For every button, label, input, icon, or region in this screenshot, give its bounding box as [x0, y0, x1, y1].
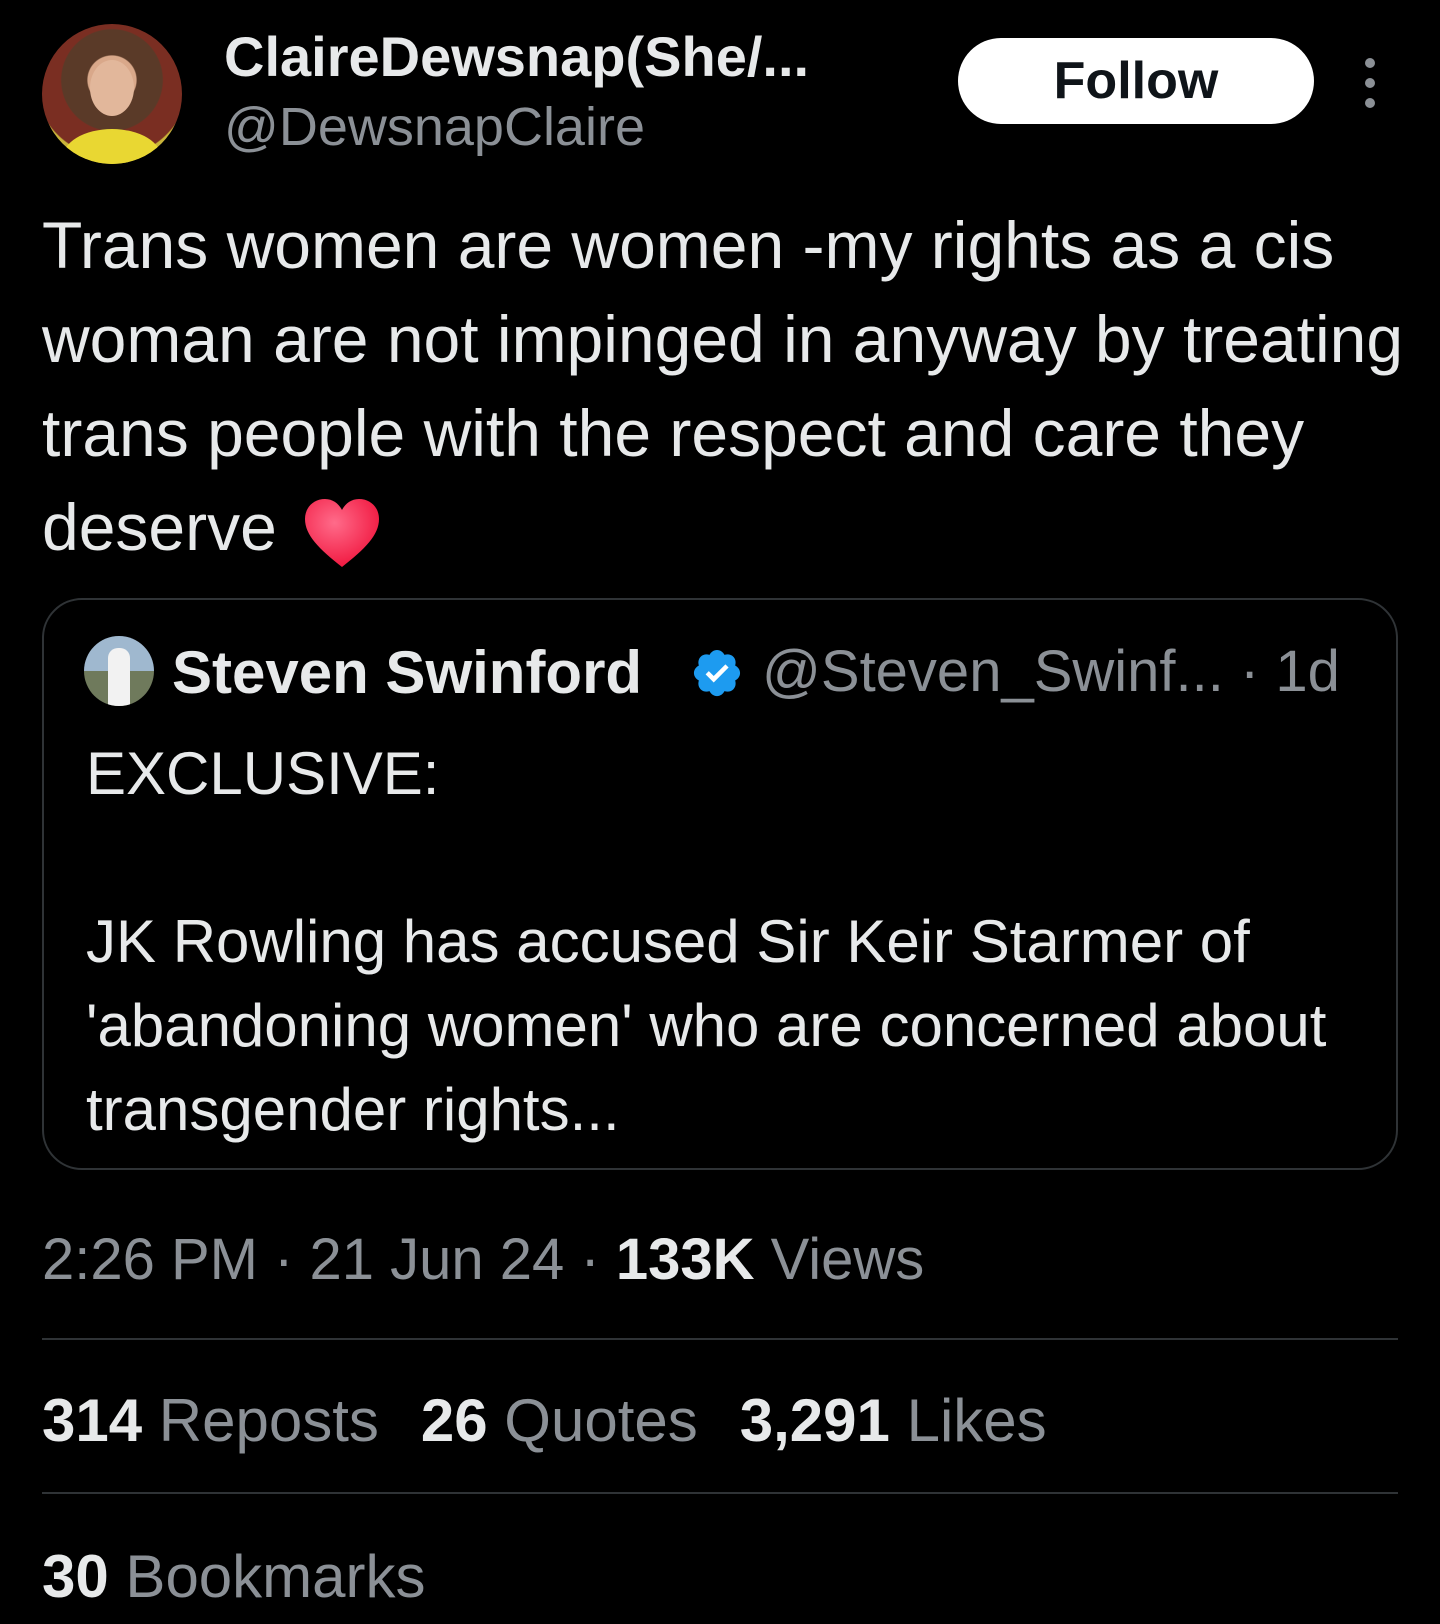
author-handle[interactable]: @DewsnapClaire: [224, 96, 645, 158]
tweet-body: Trans women are women -my rights as a ci…: [42, 198, 1422, 574]
quoted-text-line: JK Rowling has accused Sir Keir Starmer …: [86, 908, 1327, 1143]
quotes-label: Quotes: [487, 1387, 698, 1454]
tweet-time[interactable]: 2:26 PM: [42, 1227, 258, 1292]
quoted-author-name: Steven Swinford: [172, 639, 643, 706]
bookmarks-stat[interactable]: 30 Bookmarks: [42, 1542, 426, 1611]
reposts-count: 314: [42, 1387, 143, 1454]
likes-stat[interactable]: 3,291 Likes: [740, 1387, 1047, 1454]
quotes-count: 26: [420, 1387, 488, 1454]
quotes-stat[interactable]: 26 Quotes: [421, 1387, 698, 1454]
engagement-stats: 314 Reposts 26 Quotes 3,291 Likes: [42, 1386, 1089, 1455]
likes-label: Likes: [889, 1387, 1047, 1454]
author-avatar[interactable]: [42, 24, 182, 164]
reposts-stat[interactable]: 314 Reposts: [42, 1387, 379, 1454]
separator: ·: [258, 1227, 310, 1292]
bookmarks-label: Bookmarks: [108, 1543, 426, 1610]
more-options-icon[interactable]: [1360, 58, 1380, 108]
tweet-header: ClaireDewsnap(She/... @DewsnapClaire Fol…: [42, 24, 1412, 164]
likes-count: 3,291: [739, 1387, 890, 1454]
red-heart-icon: [305, 498, 380, 567]
quoted-tweet-body: EXCLUSIVE: JK Rowling has accused Sir Ke…: [86, 732, 1376, 1152]
verified-badge-icon: [693, 649, 741, 697]
follow-button[interactable]: Follow: [958, 38, 1314, 124]
quoted-tweet[interactable]: Steven Swinford @Steven_Swinf... · 1d EX…: [42, 598, 1398, 1170]
divider: [42, 1338, 1398, 1340]
tweet-meta: 2:26 PM · 21 Jun 24 · 133K Views: [42, 1226, 924, 1293]
separator: ·: [564, 1227, 616, 1292]
quoted-handle-time: @Steven_Swinf... · 1d: [762, 639, 1340, 704]
tweet-date[interactable]: 21 Jun 24: [310, 1227, 565, 1292]
reposts-label: Reposts: [142, 1387, 379, 1454]
quoted-text-line: EXCLUSIVE:: [86, 740, 440, 807]
views-count: 133K: [615, 1227, 755, 1292]
divider: [42, 1492, 1398, 1494]
bookmarks-count: 30: [42, 1543, 109, 1610]
author-display-name[interactable]: ClaireDewsnap(She/...: [224, 24, 809, 89]
quoted-author-avatar: [84, 636, 154, 706]
views-label: Views: [754, 1227, 925, 1292]
tweet-text: Trans women are women -my rights as a ci…: [42, 208, 1404, 564]
